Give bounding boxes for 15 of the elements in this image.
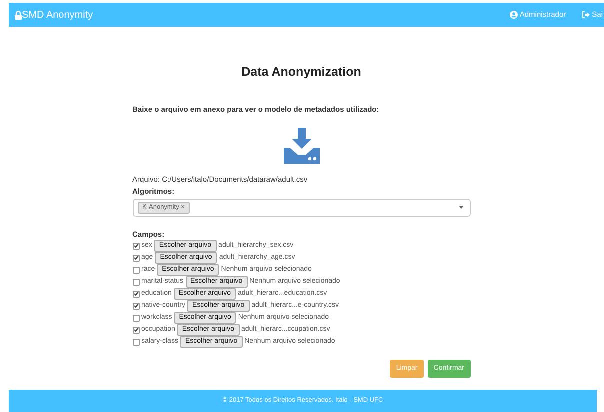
lock-icon <box>15 10 22 20</box>
checkbox[interactable] <box>132 254 140 262</box>
checkbox[interactable] <box>132 290 140 298</box>
checkbox[interactable] <box>132 326 140 334</box>
checkbox[interactable] <box>132 302 140 310</box>
user-icon <box>510 11 518 19</box>
download-icon[interactable] <box>284 128 320 164</box>
page-title: Data Anonymization <box>240 65 362 80</box>
logout-icon <box>582 11 590 19</box>
checkbox[interactable] <box>132 266 140 274</box>
checkbox[interactable] <box>132 278 140 286</box>
dropdown-caret-icon <box>458 206 464 210</box>
checkbox[interactable] <box>132 338 140 346</box>
checkbox[interactable] <box>132 314 140 322</box>
checkbox[interactable] <box>132 242 140 250</box>
